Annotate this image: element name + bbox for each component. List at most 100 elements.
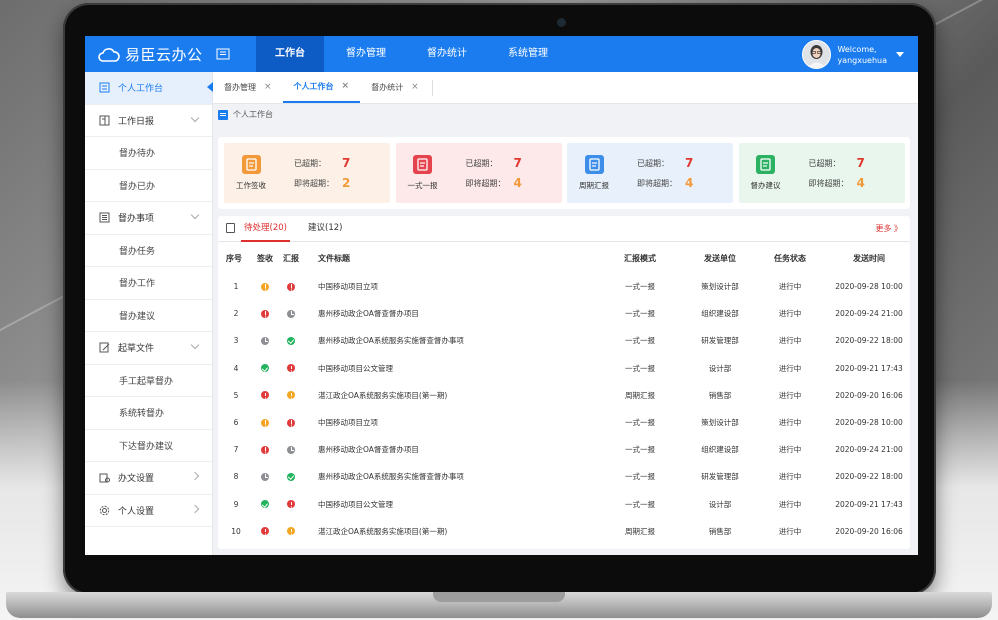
close-icon[interactable]: × <box>411 72 419 103</box>
tab-2[interactable]: 督办统计 × <box>360 72 430 103</box>
table-row[interactable]: 5 湛江政企OA系统服务实施项目(第一期) 周期汇报 销售部 进行中 2020-09-20… <box>218 382 910 409</box>
table-row[interactable]: 9 中国移动项目公文管理 一式一报 设计部 进行中 2020-09-21 17:43 <box>218 491 910 518</box>
main-nav: 工作台 督办管理 督办统计 系统管理 <box>256 36 570 72</box>
soon-count: 4 <box>856 176 865 190</box>
tab-divider <box>431 79 433 96</box>
tab-1[interactable]: 个人工作台 × <box>282 71 361 103</box>
cell-sign <box>254 436 276 463</box>
chevron-right-icon[interactable] <box>190 471 200 481</box>
chevron-down-icon[interactable] <box>190 113 200 122</box>
sidebar-item-8[interactable]: 起草文件 <box>85 332 212 365</box>
tab-label: 督办统计 <box>371 83 404 92</box>
chevron-down-icon[interactable] <box>190 340 200 350</box>
cell-status: 进行中 <box>778 499 802 509</box>
sidebar-item-label: 个人工作台 <box>118 84 164 95</box>
app-logo[interactable]: 易臣云办公 <box>98 44 203 65</box>
cell-no: 1 <box>233 282 239 291</box>
sidebar-item-13[interactable]: 个人设置 <box>85 495 212 527</box>
tab-0[interactable]: 督办管理 × <box>213 72 283 103</box>
cell-title[interactable]: 中国移动项目公文管理 <box>318 491 618 518</box>
sidebar-item-5[interactable]: 督办任务 <box>85 235 212 267</box>
cell-title[interactable]: 中国移动项目立项 <box>318 273 618 300</box>
table-row[interactable]: 2 惠州移动政企OA督查督办项目 一式一报 组织建设部 进行中 2020-09-24 21… <box>218 300 910 327</box>
sidebar-item-9[interactable]: 手工起草督办 <box>85 365 212 397</box>
cell-time: 2020-09-22 18:00 <box>835 472 903 482</box>
table-row[interactable]: 3 惠州移动政企OA系统服务实施督查督办事项 一式一报 研发管理部 进行中 2020-09… <box>218 327 910 354</box>
cell-title[interactable]: 惠州移动政企OA督查督办项目 <box>318 300 618 327</box>
cell-report <box>280 409 302 436</box>
sidebar-item-3[interactable]: 督办已办 <box>85 170 212 202</box>
menu-toggle-icon[interactable] <box>216 47 230 61</box>
cell-title[interactable]: 惠州移动政企OA系统服务实施督查督办事项 <box>318 463 618 490</box>
task-panel: 更多 》 待处理(20) 建议(12) 序号 签收 汇报 文件标题 汇报模式 发送单位 任务状… <box>218 216 910 549</box>
status-warn-icon <box>261 282 269 291</box>
cell-unit: 策划设计部 <box>701 418 739 427</box>
table-row[interactable]: 7 惠州移动政企OA督查督办项目 一式一报 组织建设部 进行中 2020-09-24 21… <box>218 436 910 463</box>
caret-down-icon[interactable] <box>896 52 904 57</box>
cell-no: 7 <box>233 445 239 455</box>
task-tabs: 更多 》 待处理(20) 建议(12) <box>218 216 910 242</box>
cell-unit: 组织建设部 <box>701 445 739 455</box>
user-menu[interactable]: Welcome, yangxuehua <box>802 40 904 69</box>
sidebar-item-10[interactable]: 系统转督办 <box>85 397 212 430</box>
chevron-right-icon[interactable] <box>190 504 200 513</box>
overdue-label: 已超期： <box>637 158 669 168</box>
top-bar: 易臣云办公 工作台 督办管理 督办统计 系统管理 Welcome, yangxu… <box>85 36 918 72</box>
table-row[interactable]: 4 中国移动项目公文管理 一式一报 设计部 进行中 2020-09-21 17:43 <box>218 355 910 382</box>
cell-report <box>280 300 302 327</box>
close-icon[interactable]: × <box>342 71 350 102</box>
sidebar-item-0[interactable]: 个人工作台 <box>85 72 212 105</box>
overdue-row: 已超期： 7 <box>466 153 522 173</box>
cell-title[interactable]: 惠州移动政企OA系统服务实施督查督办事项 <box>318 327 618 354</box>
column-header-5: 发送单位 <box>704 253 736 263</box>
table-row[interactable]: 8 惠州移动政企OA系统服务实施督查督办事项 一式一报 研发管理部 进行中 2020-09… <box>218 463 910 490</box>
cloud-logo-icon <box>98 47 120 62</box>
overdue-count: 7 <box>342 156 351 170</box>
cell-status: 进行中 <box>778 390 802 400</box>
laptop-notch <box>433 592 565 602</box>
status-err-icon <box>287 282 295 291</box>
soon-count: 4 <box>685 176 694 190</box>
stat-card-2[interactable]: 周期汇报 已超期： 7 即将超期： 4 <box>567 143 733 203</box>
stat-card-3[interactable]: 督办建议 已超期： 7 即将超期： 4 <box>738 143 905 203</box>
list-tab-0[interactable]: 待处理(20) <box>241 216 290 242</box>
sidebar-item-2[interactable]: 督办待办 <box>85 137 212 170</box>
nav-item-2[interactable]: 督办统计 <box>408 36 486 72</box>
sidebar-item-1[interactable]: 工作日报 <box>85 105 212 137</box>
cell-title[interactable]: 湛江政企OA系统服务实施项目(第一期) <box>318 382 618 409</box>
chevron-down-icon[interactable] <box>190 210 200 220</box>
sidebar-item-label: 手工起草督办 <box>119 376 174 387</box>
breadcrumb: 个人工作台 <box>218 109 273 120</box>
table-row[interactable]: 1 中国移动项目立项 一式一报 策划设计部 进行中 2020-09-28 10:00 <box>218 273 910 300</box>
cell-sign <box>254 273 276 300</box>
table-row[interactable]: 10 湛江政企OA系统服务实施项目(第一期) 周期汇报 销售部 进行中 2020-09-2… <box>218 518 910 545</box>
sidebar-item-6[interactable]: 督办工作 <box>85 267 212 300</box>
sidebar-item-11[interactable]: 下达督办建议 <box>85 430 212 462</box>
status-warn-icon <box>287 527 295 536</box>
cell-title[interactable]: 惠州移动政企OA督查督办项目 <box>318 436 618 463</box>
cell-title[interactable]: 中国移动项目立项 <box>318 409 618 436</box>
nav-item-3[interactable]: 系统管理 <box>489 36 567 72</box>
avatar[interactable] <box>802 40 832 69</box>
more-link[interactable]: 更多 》 <box>875 223 902 234</box>
close-icon[interactable]: × <box>264 72 272 103</box>
soon-count: 2 <box>342 176 351 190</box>
welcome-text: Welcome, yangxuehua <box>837 44 887 66</box>
sidebar-item-4[interactable]: 督办事项 <box>85 202 212 235</box>
table-row[interactable]: 6 中国移动项目立项 一式一报 策划设计部 进行中 2020-09-28 10:00 <box>218 409 910 436</box>
stat-card-0[interactable]: 工作签收 已超期： 7 即将超期： 2 <box>224 143 390 203</box>
nav-item-0[interactable]: 工作台 <box>256 36 324 72</box>
sidebar-item-7[interactable]: 督办建议 <box>85 300 212 332</box>
cell-sign <box>254 327 276 354</box>
cell-title[interactable]: 湛江政企OA系统服务实施项目(第一期) <box>318 518 618 545</box>
cell-title[interactable]: 中国移动项目公文管理 <box>318 355 618 382</box>
sidebar-item-12[interactable]: 办文设置 <box>85 462 212 495</box>
status-ok-icon <box>261 500 269 509</box>
column-header-1: 签收 <box>257 253 273 263</box>
stat-card-1[interactable]: 一式一报 已超期： 7 即将超期： 4 <box>395 143 562 203</box>
soon-row: 即将超期： 4 <box>466 173 522 193</box>
list-tab-1[interactable]: 建议(12) <box>308 216 342 240</box>
cell-unit: 研发管理部 <box>701 336 739 346</box>
status-err-icon <box>261 445 269 454</box>
nav-item-1[interactable]: 督办管理 <box>327 36 405 72</box>
